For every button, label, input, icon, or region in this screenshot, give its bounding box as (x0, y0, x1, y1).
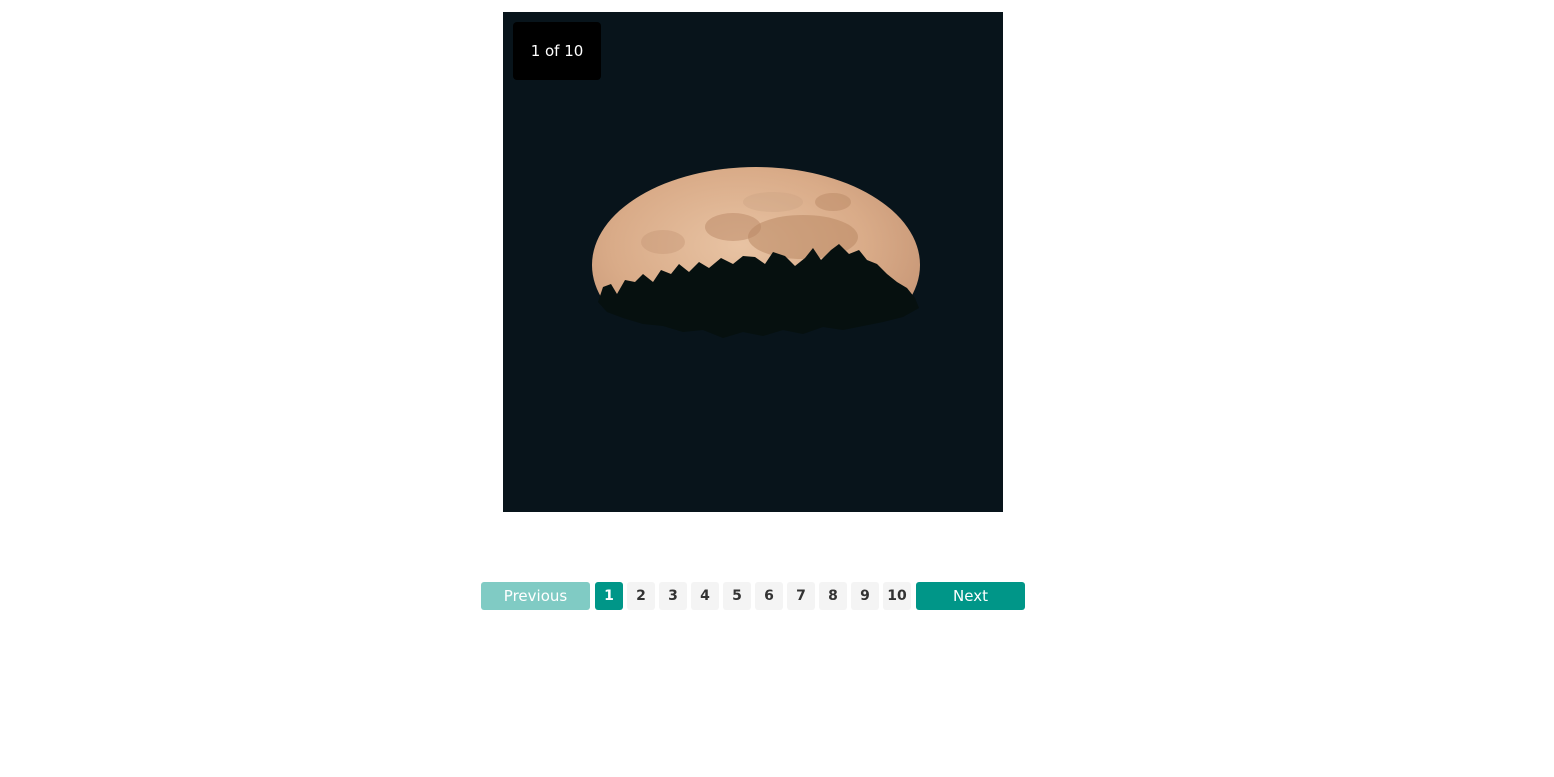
page-number-7[interactable]: 7 (787, 582, 815, 610)
page-number-5[interactable]: 5 (723, 582, 751, 610)
moon-image (503, 12, 1003, 512)
page-number-9[interactable]: 9 (851, 582, 879, 610)
page-number-8[interactable]: 8 (819, 582, 847, 610)
page-number-3[interactable]: 3 (659, 582, 687, 610)
page-number-10[interactable]: 10 (883, 582, 911, 610)
previous-button[interactable]: Previous (481, 582, 590, 610)
pagination: Previous 1 2 3 4 5 6 7 8 9 10 Next (481, 582, 1025, 610)
page-number-list: 1 2 3 4 5 6 7 8 9 10 (595, 582, 911, 610)
slide-counter: 1 of 10 (513, 22, 601, 80)
page-number-2[interactable]: 2 (627, 582, 655, 610)
slide-image-frame: 1 of 10 (503, 12, 1003, 512)
page-number-4[interactable]: 4 (691, 582, 719, 610)
page-number-6[interactable]: 6 (755, 582, 783, 610)
page-number-1[interactable]: 1 (595, 582, 623, 610)
next-button[interactable]: Next (916, 582, 1025, 610)
